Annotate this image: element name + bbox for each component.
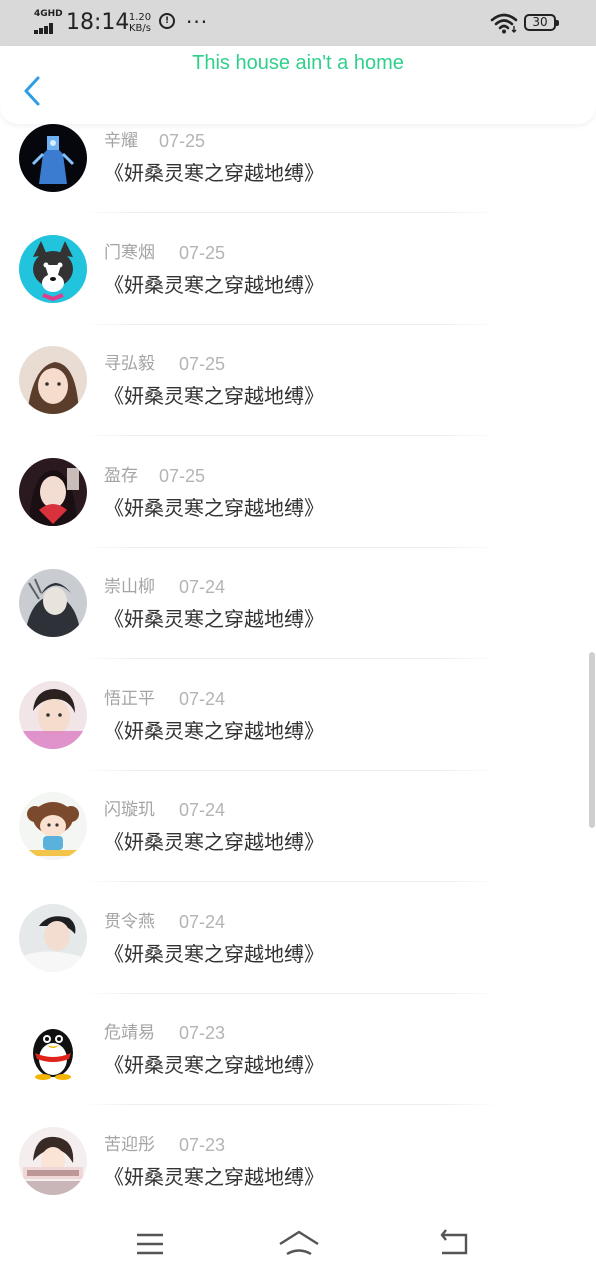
list-item[interactable]: 危靖易 07-23 《妍桑灵寒之穿越地缚》 <box>0 1015 596 1127</box>
book-title[interactable]: 《妍桑灵寒之穿越地缚》 <box>104 1052 324 1078</box>
list-item[interactable]: 盈存 07-25 《妍桑灵寒之穿越地缚》 <box>0 457 596 570</box>
avatar[interactable] <box>19 457 87 526</box>
network-type: 4GHD <box>34 9 63 19</box>
avatar[interactable] <box>19 680 87 749</box>
avatar[interactable] <box>19 792 87 860</box>
commenter-name: 盈存 <box>104 465 138 486</box>
divider <box>80 769 500 771</box>
notification-icon: ! <box>159 13 175 29</box>
commenter-name: 寻弘毅 <box>104 354 155 374</box>
list-item[interactable]: 崇山柳 07-24 《妍桑灵寒之穿越地缚》 <box>0 569 596 681</box>
divider <box>80 1104 500 1105</box>
commenter-name: 辛耀 <box>104 131 138 151</box>
comment-date: 07-24 <box>179 688 226 709</box>
comment-date: 07-25 <box>159 465 206 486</box>
book-title[interactable]: 《妍桑灵寒之穿越地缚》 <box>104 941 324 967</box>
battery-icon: 30 <box>524 14 559 31</box>
commenter-name: 苦迎彤 <box>104 1134 155 1155</box>
avatar[interactable] <box>19 569 87 637</box>
commenter-name: 崇山柳 <box>104 577 155 597</box>
comment-date: 07-23 <box>179 1023 226 1043</box>
divider <box>80 323 500 325</box>
divider <box>80 992 500 994</box>
commenter-name: 危靖易 <box>104 1023 155 1043</box>
book-title[interactable]: 《妍桑灵寒之穿越地缚》 <box>104 1164 324 1190</box>
comment-date: 07-24 <box>179 911 226 932</box>
header: This house ain't a home <box>0 46 596 124</box>
avatar[interactable] <box>19 124 87 192</box>
comment-date: 07-23 <box>179 1134 226 1155</box>
battery-level: 30 <box>532 15 548 29</box>
back-button[interactable] <box>14 68 54 114</box>
book-title[interactable]: 《妍桑灵寒之穿越地缚》 <box>104 829 324 855</box>
navigation-bar <box>0 1210 596 1280</box>
comment-date: 07-24 <box>179 577 226 597</box>
avatar[interactable] <box>19 234 87 303</box>
book-title[interactable]: 《妍桑灵寒之穿越地缚》 <box>104 383 324 409</box>
divider <box>80 212 500 213</box>
comment-date: 07-24 <box>179 800 226 820</box>
book-title[interactable]: 《妍桑灵寒之穿越地缚》 <box>104 160 324 186</box>
list-item[interactable]: 门寒烟 07-25 《妍桑灵寒之穿越地缚》 <box>0 234 596 347</box>
divider <box>80 658 500 659</box>
book-title[interactable]: 《妍桑灵寒之穿越地缚》 <box>104 718 324 744</box>
screen: 辛耀 07-25 《妍桑灵寒之穿越地缚》 门寒烟 07-25 《妍桑灵寒之穿越地缚》 寻弘毅… <box>0 0 596 1280</box>
network-speed-unit: KB/s <box>129 23 151 34</box>
page-title: This house ain't a home <box>192 52 404 74</box>
chevron-left-icon <box>24 76 40 106</box>
avatar[interactable] <box>19 346 87 414</box>
network-speed: 1.20 KB/s <box>126 12 154 34</box>
commenter-name: 门寒烟 <box>104 242 155 263</box>
scrollbar-thumb[interactable] <box>589 652 595 828</box>
penguin-avatar[interactable] <box>19 1015 87 1083</box>
avatar[interactable] <box>19 1126 87 1195</box>
list-item[interactable]: 悟正平 07-24 《妍桑灵寒之穿越地缚》 <box>0 680 596 793</box>
commenter-name: 悟正平 <box>104 688 155 709</box>
book-title[interactable]: 《妍桑灵寒之穿越地缚》 <box>104 606 324 632</box>
clock: 18:14 <box>66 10 130 35</box>
avatar[interactable] <box>19 903 87 972</box>
home-icon <box>279 1230 319 1256</box>
divider <box>80 546 500 548</box>
cellular-signal-icon: 4GHD <box>34 9 63 36</box>
more-notifications-icon: ··· <box>186 10 209 34</box>
wifi-icon <box>490 13 518 34</box>
status-bar: 4GHD 18:14 1.20 KB/s ! ··· 30 <box>0 0 596 46</box>
book-title[interactable]: 《妍桑灵寒之穿越地缚》 <box>104 495 324 521</box>
list-item[interactable]: 寻弘毅 07-25 《妍桑灵寒之穿越地缚》 <box>0 346 596 458</box>
divider <box>80 881 500 882</box>
list-item[interactable]: 贯令燕 07-24 《妍桑灵寒之穿越地缚》 <box>0 903 596 1016</box>
divider <box>80 435 500 436</box>
comment-date: 07-25 <box>159 131 206 151</box>
back-nav-button[interactable] <box>434 1226 474 1260</box>
menu-icon <box>137 1233 163 1255</box>
comment-date: 07-25 <box>179 354 226 374</box>
menu-button[interactable] <box>130 1226 170 1260</box>
network-speed-value: 1.20 <box>128 12 152 23</box>
book-title[interactable]: 《妍桑灵寒之穿越地缚》 <box>104 272 324 298</box>
commenter-name: 贯令燕 <box>104 911 155 932</box>
comment-date: 07-25 <box>179 242 226 263</box>
home-button[interactable] <box>277 1226 321 1260</box>
list-item[interactable]: 闪璇玑 07-24 《妍桑灵寒之穿越地缚》 <box>0 792 596 904</box>
list-item[interactable]: 辛耀 07-25 《妍桑灵寒之穿越地缚》 <box>0 123 596 235</box>
back-icon <box>440 1229 468 1255</box>
commenter-name: 闪璇玑 <box>104 800 155 820</box>
